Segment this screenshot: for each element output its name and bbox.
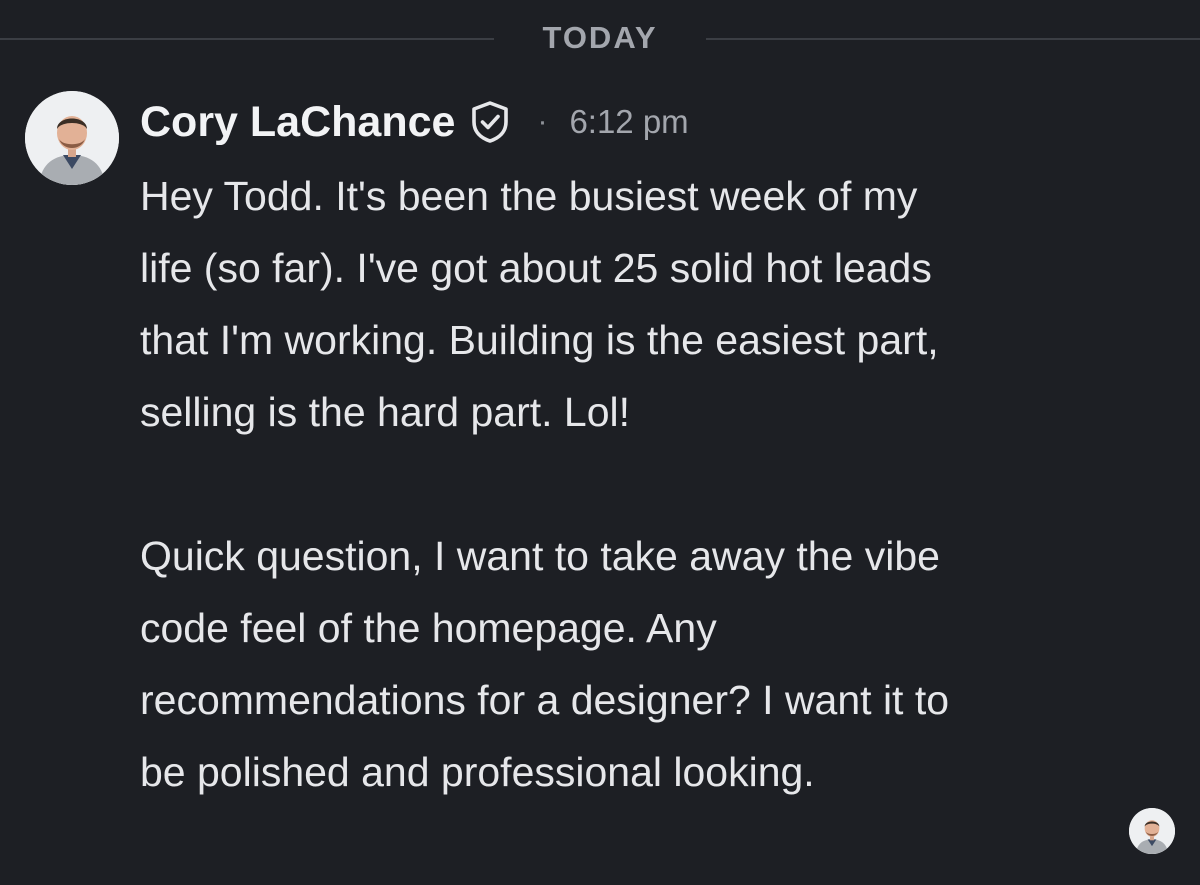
header-separator: · bbox=[537, 105, 548, 138]
message-timestamp: 6:12 pm bbox=[569, 103, 689, 140]
author-avatar[interactable] bbox=[25, 91, 119, 185]
message-line: Hey Todd. It's been the busiest week of … bbox=[140, 173, 918, 219]
message-line: that I'm working. Building is the easies… bbox=[140, 317, 939, 363]
message-line: be polished and professional looking. bbox=[140, 749, 815, 795]
message-line: selling is the hard part. Lol! bbox=[140, 389, 630, 435]
divider-line-left bbox=[0, 38, 494, 40]
message-line: Quick question, I want to take away the … bbox=[140, 533, 940, 579]
date-divider: TODAY bbox=[0, 0, 1200, 80]
shield-check-icon bbox=[469, 100, 511, 144]
user-avatar-icon bbox=[1129, 808, 1175, 854]
read-receipt-avatar[interactable] bbox=[1129, 808, 1175, 854]
date-divider-label: TODAY bbox=[542, 20, 658, 55]
user-avatar-icon bbox=[25, 91, 119, 185]
message-header: Cory LaChance · 6:12 pm bbox=[140, 92, 689, 152]
author-name[interactable]: Cory LaChance bbox=[140, 98, 455, 147]
message-line: code feel of the homepage. Any bbox=[140, 605, 717, 651]
message-line: life (so far). I've got about 25 solid h… bbox=[140, 245, 932, 291]
divider-line-right bbox=[706, 38, 1200, 40]
message-line: recommendations for a designer? I want i… bbox=[140, 677, 950, 723]
message-body: Hey Todd. It's been the busiest week of … bbox=[140, 160, 1180, 808]
